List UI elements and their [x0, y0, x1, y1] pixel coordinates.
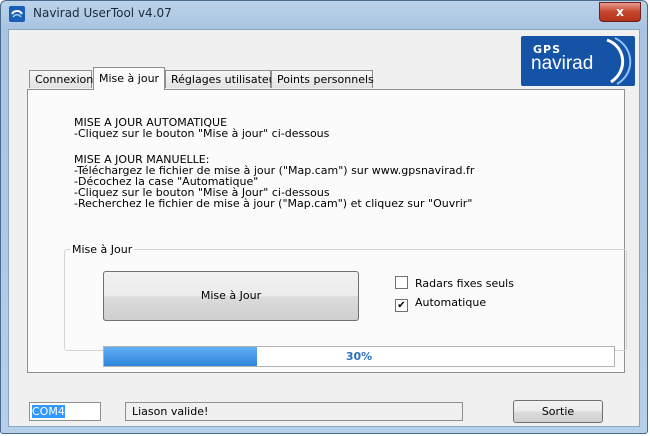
navirad-logo: GPS navirad	[521, 36, 635, 86]
tab-mise-a-jour[interactable]: Mise à jour	[93, 67, 165, 90]
update-group-legend: Mise à Jour	[72, 243, 133, 256]
mise-a-jour-button[interactable]: Mise à Jour	[103, 271, 359, 321]
logo-brand: navirad	[531, 53, 594, 74]
client-area: GPS navirad Connexion Mise à jour Réglag…	[8, 29, 640, 427]
progress-bar: 30%	[103, 346, 615, 367]
tab-reglages-utilisateur[interactable]: Réglages utilisateur	[165, 70, 280, 88]
instruction-line: -Cliquez sur le bouton "Mise à jour" ci-…	[74, 127, 330, 140]
radars-fixes-label: Radars fixes seuls	[415, 277, 514, 290]
radars-fixes-checkbox-row[interactable]: Radars fixes seuls	[395, 276, 514, 290]
close-icon: x	[616, 5, 624, 19]
sortie-button[interactable]: Sortie	[513, 400, 603, 423]
close-button[interactable]: x	[599, 2, 641, 22]
com-port-value: COM4	[32, 405, 65, 418]
update-group: Mise à Jour Mise à Jour Radars fixes seu…	[64, 243, 627, 367]
radars-fixes-checkbox[interactable]	[395, 276, 408, 289]
instruction-line: -Recherchez le fichier de mise à jour ("…	[74, 197, 473, 210]
automatique-label: Automatique	[415, 296, 487, 309]
app-icon	[9, 6, 25, 22]
connection-status: Liason valide!	[125, 402, 463, 421]
tab-points-personnels[interactable]: Points personnels	[271, 70, 374, 88]
automatique-checkbox[interactable]: ✔	[395, 299, 408, 312]
com-port-field[interactable]: COM4	[29, 402, 101, 421]
progress-text: 30%	[345, 350, 373, 363]
automatique-checkbox-row[interactable]: ✔ Automatique	[395, 296, 486, 312]
tab-connexion[interactable]: Connexion	[29, 70, 93, 88]
app-window: Navirad UserTool v4.07 x GPS navirad Con…	[0, 0, 648, 434]
title-bar[interactable]: Navirad UserTool v4.07 x	[1, 1, 647, 27]
window-title: Navirad UserTool v4.07	[33, 6, 172, 20]
checkmark-icon: ✔	[397, 300, 406, 311]
tab-panel-mise-a-jour: MISE A JOUR AUTOMATIQUE -Cliquez sur le …	[27, 89, 627, 373]
